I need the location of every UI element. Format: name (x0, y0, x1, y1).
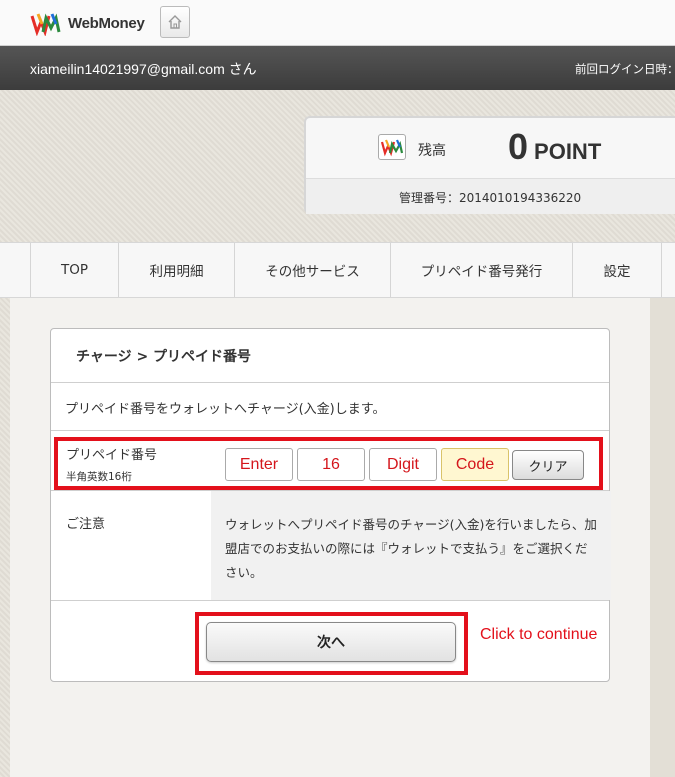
user-email: xiameilin14021997@gmail.com さん (30, 61, 257, 77)
notice-text: ウォレットへプリペイド番号のチャージ(入金)を行いましたら、加盟店でのお支払いの… (211, 491, 611, 600)
last-login-label: 前回ログイン日時：2 (575, 64, 675, 76)
annotation-text: Click to continue (480, 626, 598, 643)
home-button[interactable] (160, 6, 190, 38)
webmoney-logo-icon (30, 13, 61, 36)
clear-button[interactable]: クリア (512, 450, 584, 480)
wallet-icon (378, 134, 406, 160)
prepaid-code-row: プリペイド番号 半角英数16桁 Enter 16 Digit Code クリア (51, 431, 609, 491)
balance-summary: 残高 0 POINT (306, 118, 675, 178)
nav-item-settings[interactable]: 設定 (572, 243, 662, 297)
code-input-4[interactable]: Code (441, 448, 509, 481)
notice-label: ご注意 (66, 517, 106, 532)
management-number: 管理番号：2014010194336220 (399, 191, 582, 205)
nav-item-history[interactable]: 利用明細 (118, 243, 234, 297)
home-icon (168, 15, 182, 29)
notice-row: ご注意 ウォレットへプリペイド番号のチャージ(入金)を行いましたら、加盟店でのお… (51, 491, 611, 601)
panel-description: プリペイド番号をウォレットへチャージ(入金)します。 (51, 383, 609, 431)
management-number-row: 管理番号：2014010194336220 (306, 178, 675, 214)
balance-box: 残高 0 POINT 管理番号：2014010194336220 (304, 116, 675, 214)
webmoney-logo[interactable]: WebMoney (30, 10, 145, 36)
nav-item-top[interactable]: TOP (30, 243, 118, 297)
balance-number: 0 (508, 126, 529, 167)
code-input-3[interactable]: Digit (369, 448, 437, 481)
top-header: WebMoney (0, 0, 675, 46)
user-bar: xiameilin14021997@gmail.com さん 前回ログイン日時：… (0, 46, 675, 90)
main-nav: TOP 利用明細 その他サービス プリペイド番号発行 設定 (0, 242, 675, 298)
balance-label: 残高 (418, 143, 446, 159)
next-button[interactable]: 次へ (206, 622, 456, 662)
nav-item-other-services[interactable]: その他サービス (234, 243, 390, 297)
prepaid-code-sublabel: 半角英数16桁 (66, 471, 132, 483)
side-background (650, 298, 675, 777)
panel-title: チャージ > プリペイド番号 (51, 329, 609, 383)
balance-unit: POINT (534, 139, 602, 164)
code-input-2[interactable]: 16 (297, 448, 365, 481)
code-input-1[interactable]: Enter (225, 448, 293, 481)
balance-value: 0 POINT (508, 126, 601, 168)
logo-text: WebMoney (68, 14, 145, 32)
prepaid-code-label: プリペイド番号 (66, 448, 158, 463)
nav-item-prepaid-issue[interactable]: プリペイド番号発行 (390, 243, 572, 297)
